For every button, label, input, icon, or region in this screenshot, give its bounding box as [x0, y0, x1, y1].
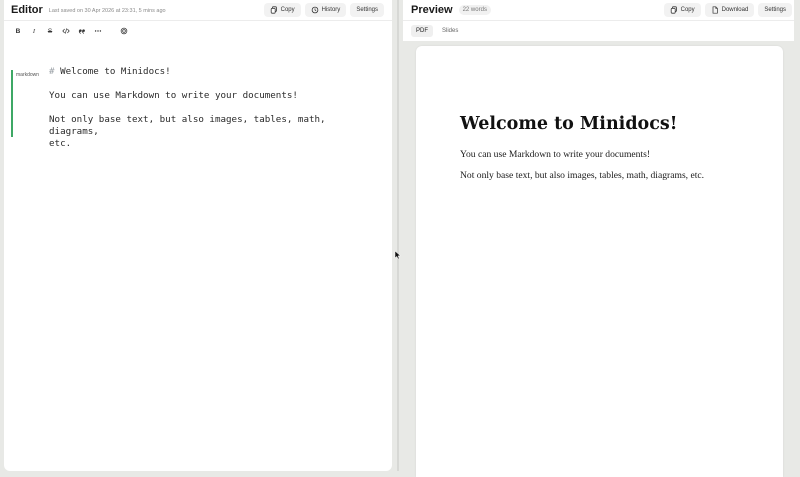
quote-button[interactable]	[76, 25, 88, 37]
preview-header: Preview 22 words Copy Download Settings	[403, 0, 794, 20]
active-block-indicator	[11, 70, 13, 137]
mouse-cursor-icon	[394, 250, 402, 260]
file-icon	[712, 6, 718, 14]
preview-settings-label: Settings	[764, 7, 786, 13]
format-toolbar: B I S	[12, 25, 130, 37]
editor-line-heading: Welcome to Minidocs!	[54, 66, 171, 77]
preview-copy-label: Copy	[680, 7, 695, 13]
more-icon	[94, 30, 102, 32]
editor-title: Editor	[11, 4, 43, 16]
save-status: Last saved on 30 Apr 2026 at 23:31, 5 mi…	[48, 8, 166, 14]
editor-copy-label: Copy	[280, 7, 295, 13]
tab-slides[interactable]: Slides	[437, 25, 463, 37]
markdown-editor[interactable]: # Welcome to Minidocs! You can use Markd…	[49, 66, 379, 150]
preview-copy-button[interactable]: Copy	[663, 3, 701, 17]
preview-title: Preview	[411, 4, 453, 16]
editor-history-label: History	[321, 7, 341, 13]
editor-line-paragraph-2: Not only base text, but also images, tab…	[49, 114, 326, 149]
code-button[interactable]	[60, 25, 72, 37]
document-page: Welcome to Minidocs! You can use Markdow…	[416, 46, 783, 477]
pane-resize-handle[interactable]	[397, 0, 399, 471]
document-paragraph-2: Not only base text, but also images, tab…	[460, 170, 705, 181]
document-heading: Welcome to Minidocs!	[460, 114, 678, 134]
sparkle-icon	[120, 27, 128, 35]
bold-button[interactable]: B	[12, 25, 24, 37]
language-label: markdown	[16, 72, 40, 78]
history-icon	[311, 6, 318, 14]
editor-line-paragraph-1: You can use Markdown to write your docum…	[49, 90, 298, 101]
editor-actions: Copy History Settings	[263, 3, 384, 17]
download-button[interactable]: Download	[704, 3, 755, 17]
preview-mode-tabs: PDF Slides	[411, 25, 463, 37]
preview-settings-button[interactable]: Settings	[758, 3, 792, 17]
word-count-badge: 22 words	[458, 5, 491, 15]
quote-icon	[78, 29, 85, 34]
preview-actions: Copy Download Settings	[663, 3, 792, 17]
strikethrough-button[interactable]: S	[44, 25, 56, 37]
editor-settings-button[interactable]: Settings	[350, 3, 384, 17]
editor-pane: Editor Last saved on 30 Apr 2026 at 23:3…	[4, 0, 392, 471]
more-button[interactable]	[92, 25, 104, 37]
editor-header-divider	[4, 20, 392, 21]
download-label: Download	[721, 7, 749, 13]
tab-pdf[interactable]: PDF	[411, 25, 433, 37]
copy-icon	[270, 6, 277, 14]
editor-copy-button[interactable]: Copy	[263, 3, 301, 17]
copy-icon	[670, 6, 677, 14]
preview-mode-bar: PDF Slides	[403, 20, 794, 41]
italic-button[interactable]: I	[28, 25, 40, 37]
editor-history-button[interactable]: History	[304, 3, 347, 17]
ai-assist-button[interactable]	[118, 25, 130, 37]
document-paragraph-1: You can use Markdown to write your docum…	[460, 149, 651, 160]
editor-settings-label: Settings	[356, 7, 378, 13]
code-icon	[62, 28, 70, 34]
